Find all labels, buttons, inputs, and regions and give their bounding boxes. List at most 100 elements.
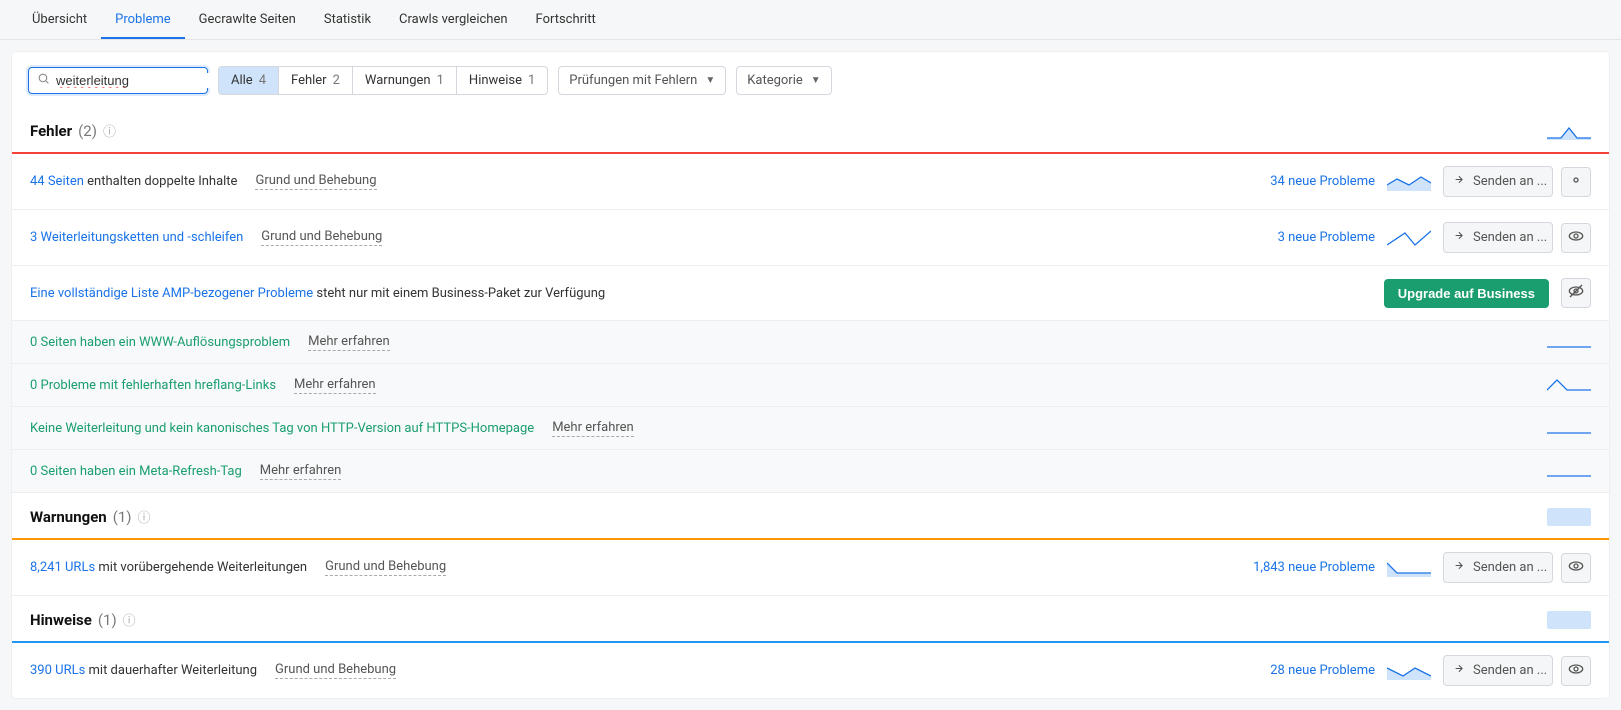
section-count: (1)	[98, 611, 117, 629]
send-to-button[interactable]: Senden an ...	[1443, 166, 1553, 197]
nav-crawled-pages[interactable]: Gecrawlte Seiten	[185, 0, 310, 39]
learn-more-link[interactable]: Mehr erfahren	[308, 334, 390, 351]
issue-link[interactable]: 0 Seiten haben ein WWW-Auflösungsproblem	[30, 335, 290, 350]
hide-button[interactable]	[1561, 278, 1591, 308]
segment-notices[interactable]: Hinweise 1	[457, 67, 547, 94]
issue-row: 8,241 URLs mit vorübergehende Weiterleit…	[12, 540, 1609, 596]
button-label: Senden an ...	[1473, 663, 1547, 678]
section-title: Fehler	[30, 122, 72, 140]
notices-header: Hinweise (1) ⓘ	[12, 596, 1609, 641]
eye-icon	[1568, 661, 1584, 681]
sparkline	[1547, 333, 1591, 351]
hide-button[interactable]	[1561, 223, 1591, 253]
issue-link[interactable]: Eine vollständige Liste AMP-bezogener Pr…	[30, 286, 313, 301]
segment-errors[interactable]: Fehler 2	[279, 67, 353, 94]
issue-row-muted: 0 Seiten haben ein Meta-Refresh-Tag Mehr…	[12, 450, 1609, 493]
nav-statistics[interactable]: Statistik	[310, 0, 385, 39]
category-dropdown[interactable]: Kategorie ▼	[736, 66, 831, 95]
new-problems-link[interactable]: 1,843 neue Probleme	[1253, 560, 1375, 575]
learn-more-link[interactable]: Mehr erfahren	[552, 420, 634, 437]
issue-text: mit vorübergehende Weiterleitungen	[95, 560, 307, 575]
hide-button[interactable]	[1561, 553, 1591, 583]
button-label: Senden an ...	[1473, 230, 1547, 245]
sparkline	[1387, 229, 1431, 247]
button-label: Senden an ...	[1473, 174, 1547, 189]
sparkline	[1547, 376, 1591, 394]
info-icon[interactable]: ⓘ	[138, 507, 151, 526]
segment-all[interactable]: Alle 4	[219, 67, 279, 94]
segment-count: 2	[333, 73, 340, 88]
reason-link[interactable]: Grund und Behebung	[275, 662, 396, 679]
reason-link[interactable]: Grund und Behebung	[325, 559, 446, 576]
warnings-header: Warnungen (1) ⓘ	[12, 493, 1609, 538]
issue-link[interactable]: 44 Seiten	[30, 174, 84, 189]
issue-link[interactable]: 3 Weiterleitungsketten und -schleifen	[30, 230, 243, 245]
upgrade-button[interactable]: Upgrade auf Business	[1384, 279, 1549, 308]
errors-header: Fehler (2) ⓘ	[12, 107, 1609, 152]
issue-link[interactable]: 8,241 URLs	[30, 560, 95, 575]
issues-panel: ✕ Alle 4 Fehler 2 Warnungen 1 Hinweise 1…	[12, 52, 1609, 698]
send-to-button[interactable]: Senden an ...	[1443, 222, 1553, 253]
button-label: Senden an ...	[1473, 560, 1547, 575]
segment-count: 1	[528, 73, 535, 88]
section-count: (2)	[78, 122, 97, 140]
sparkline	[1547, 611, 1591, 629]
share-icon	[1454, 559, 1467, 576]
issue-row-muted: Keine Weiterleitung und kein kanonisches…	[12, 407, 1609, 450]
reason-link[interactable]: Grund und Behebung	[261, 229, 382, 246]
segment-count: 1	[437, 73, 444, 88]
share-icon	[1454, 662, 1467, 679]
issue-row-muted: 0 Probleme mit fehlerhaften hreflang-Lin…	[12, 364, 1609, 407]
issue-text: enthalten doppelte Inhalte	[84, 174, 238, 189]
section-title: Warnungen	[30, 508, 107, 526]
nav-overview[interactable]: Übersicht	[18, 0, 101, 39]
info-icon[interactable]: ⓘ	[103, 121, 116, 140]
new-problems-link[interactable]: 3 neue Probleme	[1278, 230, 1375, 245]
eye-icon	[1568, 172, 1584, 192]
toolbar: ✕ Alle 4 Fehler 2 Warnungen 1 Hinweise 1…	[12, 52, 1609, 107]
search-input-wrap[interactable]: ✕	[28, 67, 208, 94]
segment-label: Fehler	[291, 73, 327, 88]
issue-row: 390 URLs mit dauerhafter Weiterleitung G…	[12, 643, 1609, 698]
new-problems-link[interactable]: 28 neue Probleme	[1270, 663, 1375, 678]
sparkline	[1547, 419, 1591, 437]
search-input[interactable]	[56, 73, 232, 88]
reason-link[interactable]: Grund und Behebung	[255, 173, 376, 190]
segment-label: Hinweise	[469, 73, 522, 88]
section-title: Hinweise	[30, 611, 92, 629]
share-icon	[1454, 173, 1467, 190]
amp-upsell-row: Eine vollständige Liste AMP-bezogener Pr…	[12, 266, 1609, 321]
share-icon	[1454, 229, 1467, 246]
issue-link[interactable]: 390 URLs	[30, 663, 85, 678]
segment-warnings[interactable]: Warnungen 1	[353, 67, 457, 94]
sparkline	[1387, 662, 1431, 680]
issue-text: steht nur mit einem Business-Paket zur V…	[313, 286, 605, 301]
segment-label: Alle	[231, 73, 253, 88]
send-to-button[interactable]: Senden an ...	[1443, 655, 1553, 686]
issue-text: mit dauerhafter Weiterleitung	[85, 663, 257, 678]
checks-dropdown[interactable]: Prüfungen mit Fehlern ▼	[558, 66, 726, 95]
issue-link[interactable]: Keine Weiterleitung und kein kanonisches…	[30, 421, 534, 436]
issue-row: 3 Weiterleitungsketten und -schleifen Gr…	[12, 210, 1609, 266]
top-nav: Übersicht Probleme Gecrawlte Seiten Stat…	[0, 0, 1621, 40]
section-count: (1)	[113, 508, 132, 526]
issue-link[interactable]: 0 Seiten haben ein Meta-Refresh-Tag	[30, 464, 242, 479]
nav-compare-crawls[interactable]: Crawls vergleichen	[385, 0, 522, 39]
sparkline	[1547, 462, 1591, 480]
hide-button[interactable]	[1561, 167, 1591, 197]
filter-segments: Alle 4 Fehler 2 Warnungen 1 Hinweise 1	[218, 66, 548, 95]
segment-label: Warnungen	[365, 73, 431, 88]
eye-off-icon	[1568, 283, 1584, 303]
learn-more-link[interactable]: Mehr erfahren	[260, 463, 342, 480]
issue-link[interactable]: 0 Probleme mit fehlerhaften hreflang-Lin…	[30, 378, 276, 393]
sparkline	[1387, 173, 1431, 191]
send-to-button[interactable]: Senden an ...	[1443, 552, 1553, 583]
learn-more-link[interactable]: Mehr erfahren	[294, 377, 376, 394]
new-problems-link[interactable]: 34 neue Probleme	[1270, 174, 1375, 189]
nav-problems[interactable]: Probleme	[101, 0, 185, 39]
eye-icon	[1568, 558, 1584, 578]
info-icon[interactable]: ⓘ	[123, 610, 136, 629]
nav-progress[interactable]: Fortschritt	[522, 0, 610, 39]
sparkline	[1547, 122, 1591, 140]
hide-button[interactable]	[1561, 656, 1591, 686]
